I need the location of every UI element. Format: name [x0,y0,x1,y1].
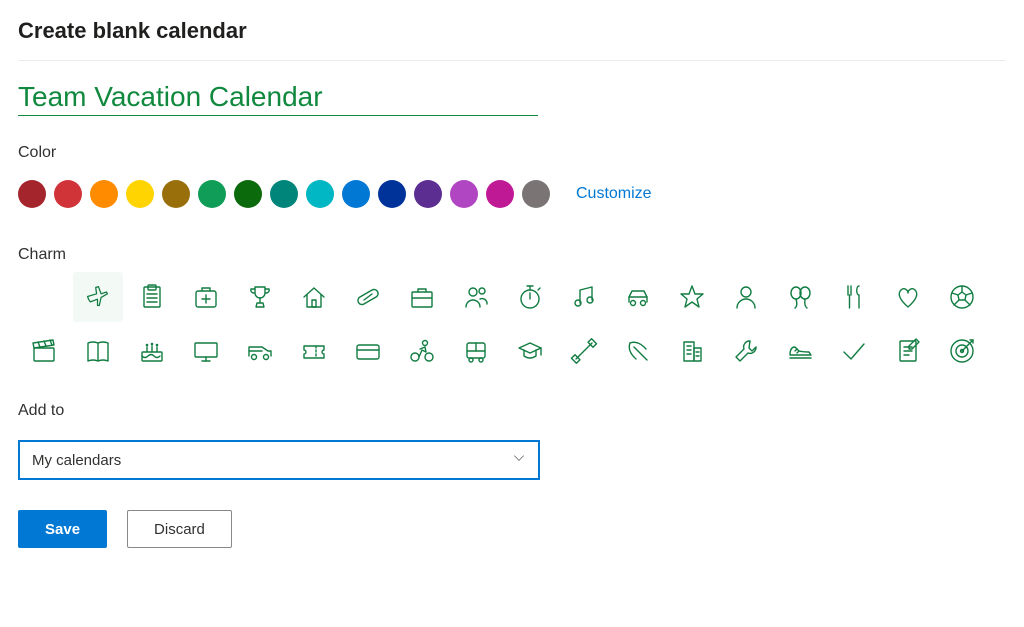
charm-label: Charm [18,246,1006,264]
music-icon[interactable] [569,282,599,312]
color-red[interactable] [54,180,82,208]
color-dark-blue[interactable] [378,180,406,208]
van-icon[interactable] [245,336,275,366]
pill-icon[interactable] [353,282,383,312]
calendar-name-input[interactable] [18,79,538,116]
building-icon[interactable] [677,336,707,366]
addto-selected: My calendars [32,452,121,469]
ticket-icon[interactable] [299,336,329,366]
check-icon[interactable] [839,336,869,366]
bus-icon[interactable] [461,336,491,366]
customize-link[interactable]: Customize [576,185,652,203]
clapper-icon[interactable] [29,336,59,366]
briefcase-icon[interactable] [407,282,437,312]
person-icon[interactable] [731,282,761,312]
color-blue[interactable] [342,180,370,208]
color-row: Customize [18,180,1006,208]
color-cyan[interactable] [306,180,334,208]
color-teal[interactable] [270,180,298,208]
divider [18,60,1006,61]
page-title: Create blank calendar [18,18,1006,44]
pickaxe-icon[interactable] [623,336,653,366]
chevron-down-icon [512,451,526,469]
heart-icon[interactable] [893,282,923,312]
wrench-icon[interactable] [731,336,761,366]
charm-grid [29,282,1023,366]
notebook-icon[interactable] [893,336,923,366]
color-pink[interactable] [486,180,514,208]
car-icon[interactable] [623,282,653,312]
first-aid-icon[interactable] [191,282,221,312]
shoe-icon[interactable] [785,336,815,366]
balloon-icon[interactable] [785,282,815,312]
graduation-icon[interactable] [515,336,545,366]
soccer-icon[interactable] [947,282,977,312]
color-gray[interactable] [522,180,550,208]
charm-none[interactable] [29,282,59,312]
color-yellow[interactable] [126,180,154,208]
target-icon[interactable] [947,336,977,366]
book-icon[interactable] [83,336,113,366]
monitor-icon[interactable] [191,336,221,366]
trophy-icon[interactable] [245,282,275,312]
color-label: Color [18,144,1006,162]
star-icon[interactable] [677,282,707,312]
people-icon[interactable] [461,282,491,312]
dumbbell-icon[interactable] [569,336,599,366]
color-dark-green[interactable] [234,180,262,208]
color-dark-red[interactable] [18,180,46,208]
color-orange[interactable] [90,180,118,208]
color-magenta[interactable] [450,180,478,208]
home-icon[interactable] [299,282,329,312]
clipboard-icon[interactable] [137,282,167,312]
color-green[interactable] [198,180,226,208]
card-icon[interactable] [353,336,383,366]
discard-button[interactable]: Discard [127,510,232,548]
save-button[interactable]: Save [18,510,107,548]
cutlery-icon[interactable] [839,282,869,312]
cycling-icon[interactable] [407,336,437,366]
color-purple[interactable] [414,180,442,208]
addto-label: Add to [18,402,1006,420]
color-brown[interactable] [162,180,190,208]
cake-icon[interactable] [137,336,167,366]
addto-dropdown[interactable]: My calendars [18,440,540,480]
plane-icon[interactable] [73,272,123,322]
stopwatch-icon[interactable] [515,282,545,312]
